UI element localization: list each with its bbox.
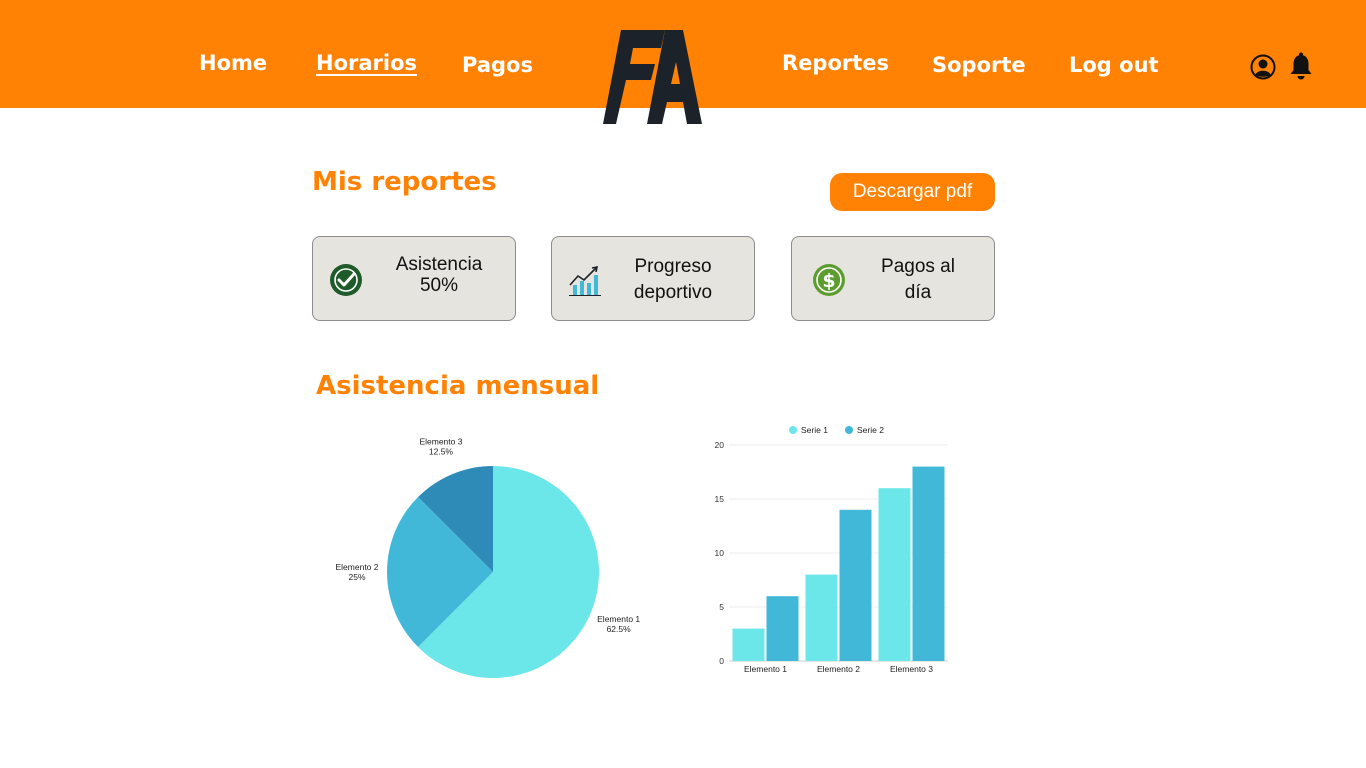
bar-2-1 — [766, 596, 799, 661]
reports-title: Mis reportes — [312, 167, 497, 197]
y-tick-label: 20 — [715, 440, 725, 450]
card-pagos[interactable]: $ Pagos al día — [791, 236, 995, 321]
y-tick-label: 10 — [715, 548, 725, 558]
pie-value-label-1: 62.5% — [607, 624, 632, 634]
card-asistencia-label: Asistencia 50% — [395, 254, 483, 296]
bar-2-3 — [912, 466, 945, 661]
attendance-bar-chart: 0 5 10 15 20 Elemento 1 Elemento 2 Elemento 3 Se… — [715, 425, 948, 674]
attendance-title: Asistencia mensual — [316, 371, 600, 401]
legend-label-2: Serie 2 — [857, 425, 884, 435]
bell-icon[interactable] — [1288, 52, 1314, 82]
bar-2-2 — [839, 509, 872, 661]
fa-logo[interactable] — [603, 28, 703, 126]
y-tick-label: 5 — [719, 602, 724, 612]
y-tick-label: 15 — [715, 494, 725, 504]
x-tick-label: Elemento 3 — [890, 664, 933, 674]
pie-value-label-3: 12.5% — [429, 446, 454, 456]
svg-text:$: $ — [822, 270, 835, 292]
legend-marker-2 — [845, 426, 853, 434]
pie-label-2: Elemento 2 — [336, 562, 379, 572]
user-circle-icon[interactable] — [1250, 54, 1276, 80]
bar-1-1 — [732, 628, 765, 661]
check-circle-icon — [330, 264, 362, 296]
growth-chart-icon — [569, 265, 601, 296]
pie-label-1: Elemento 1 — [597, 614, 640, 624]
dollar-circle-icon: $ — [813, 264, 845, 296]
legend-label-1: Serie 1 — [801, 425, 828, 435]
pie-value-label-2: 25% — [348, 572, 365, 582]
bar-1-2 — [805, 574, 838, 661]
card-progreso[interactable]: Progreso deportivo — [551, 236, 755, 321]
pie-label-3: Elemento 3 — [419, 436, 462, 446]
y-tick-label: 0 — [719, 656, 724, 666]
card-asistencia[interactable]: Asistencia 50% — [312, 236, 516, 321]
x-tick-label: Elemento 1 — [744, 664, 787, 674]
nav-logout[interactable]: Log out — [1069, 53, 1159, 77]
nav-pagos[interactable]: Pagos — [462, 53, 533, 77]
bar-1-3 — [878, 488, 911, 661]
card-progreso-label: Progreso deportivo — [633, 256, 713, 303]
nav-soporte[interactable]: Soporte — [932, 53, 1026, 77]
attendance-pie-chart: Elemento 162.5% Elemento 225% Elemento 312… — [336, 436, 640, 678]
nav-home[interactable]: Home — [199, 51, 267, 75]
card-pagos-label: Pagos al día — [881, 256, 955, 303]
download-pdf-button[interactable]: Descargar pdf — [830, 173, 995, 211]
x-tick-label: Elemento 2 — [817, 664, 860, 674]
nav-horarios[interactable]: Horarios — [316, 51, 417, 75]
nav-reportes[interactable]: Reportes — [782, 51, 889, 75]
legend-marker-1 — [789, 426, 797, 434]
